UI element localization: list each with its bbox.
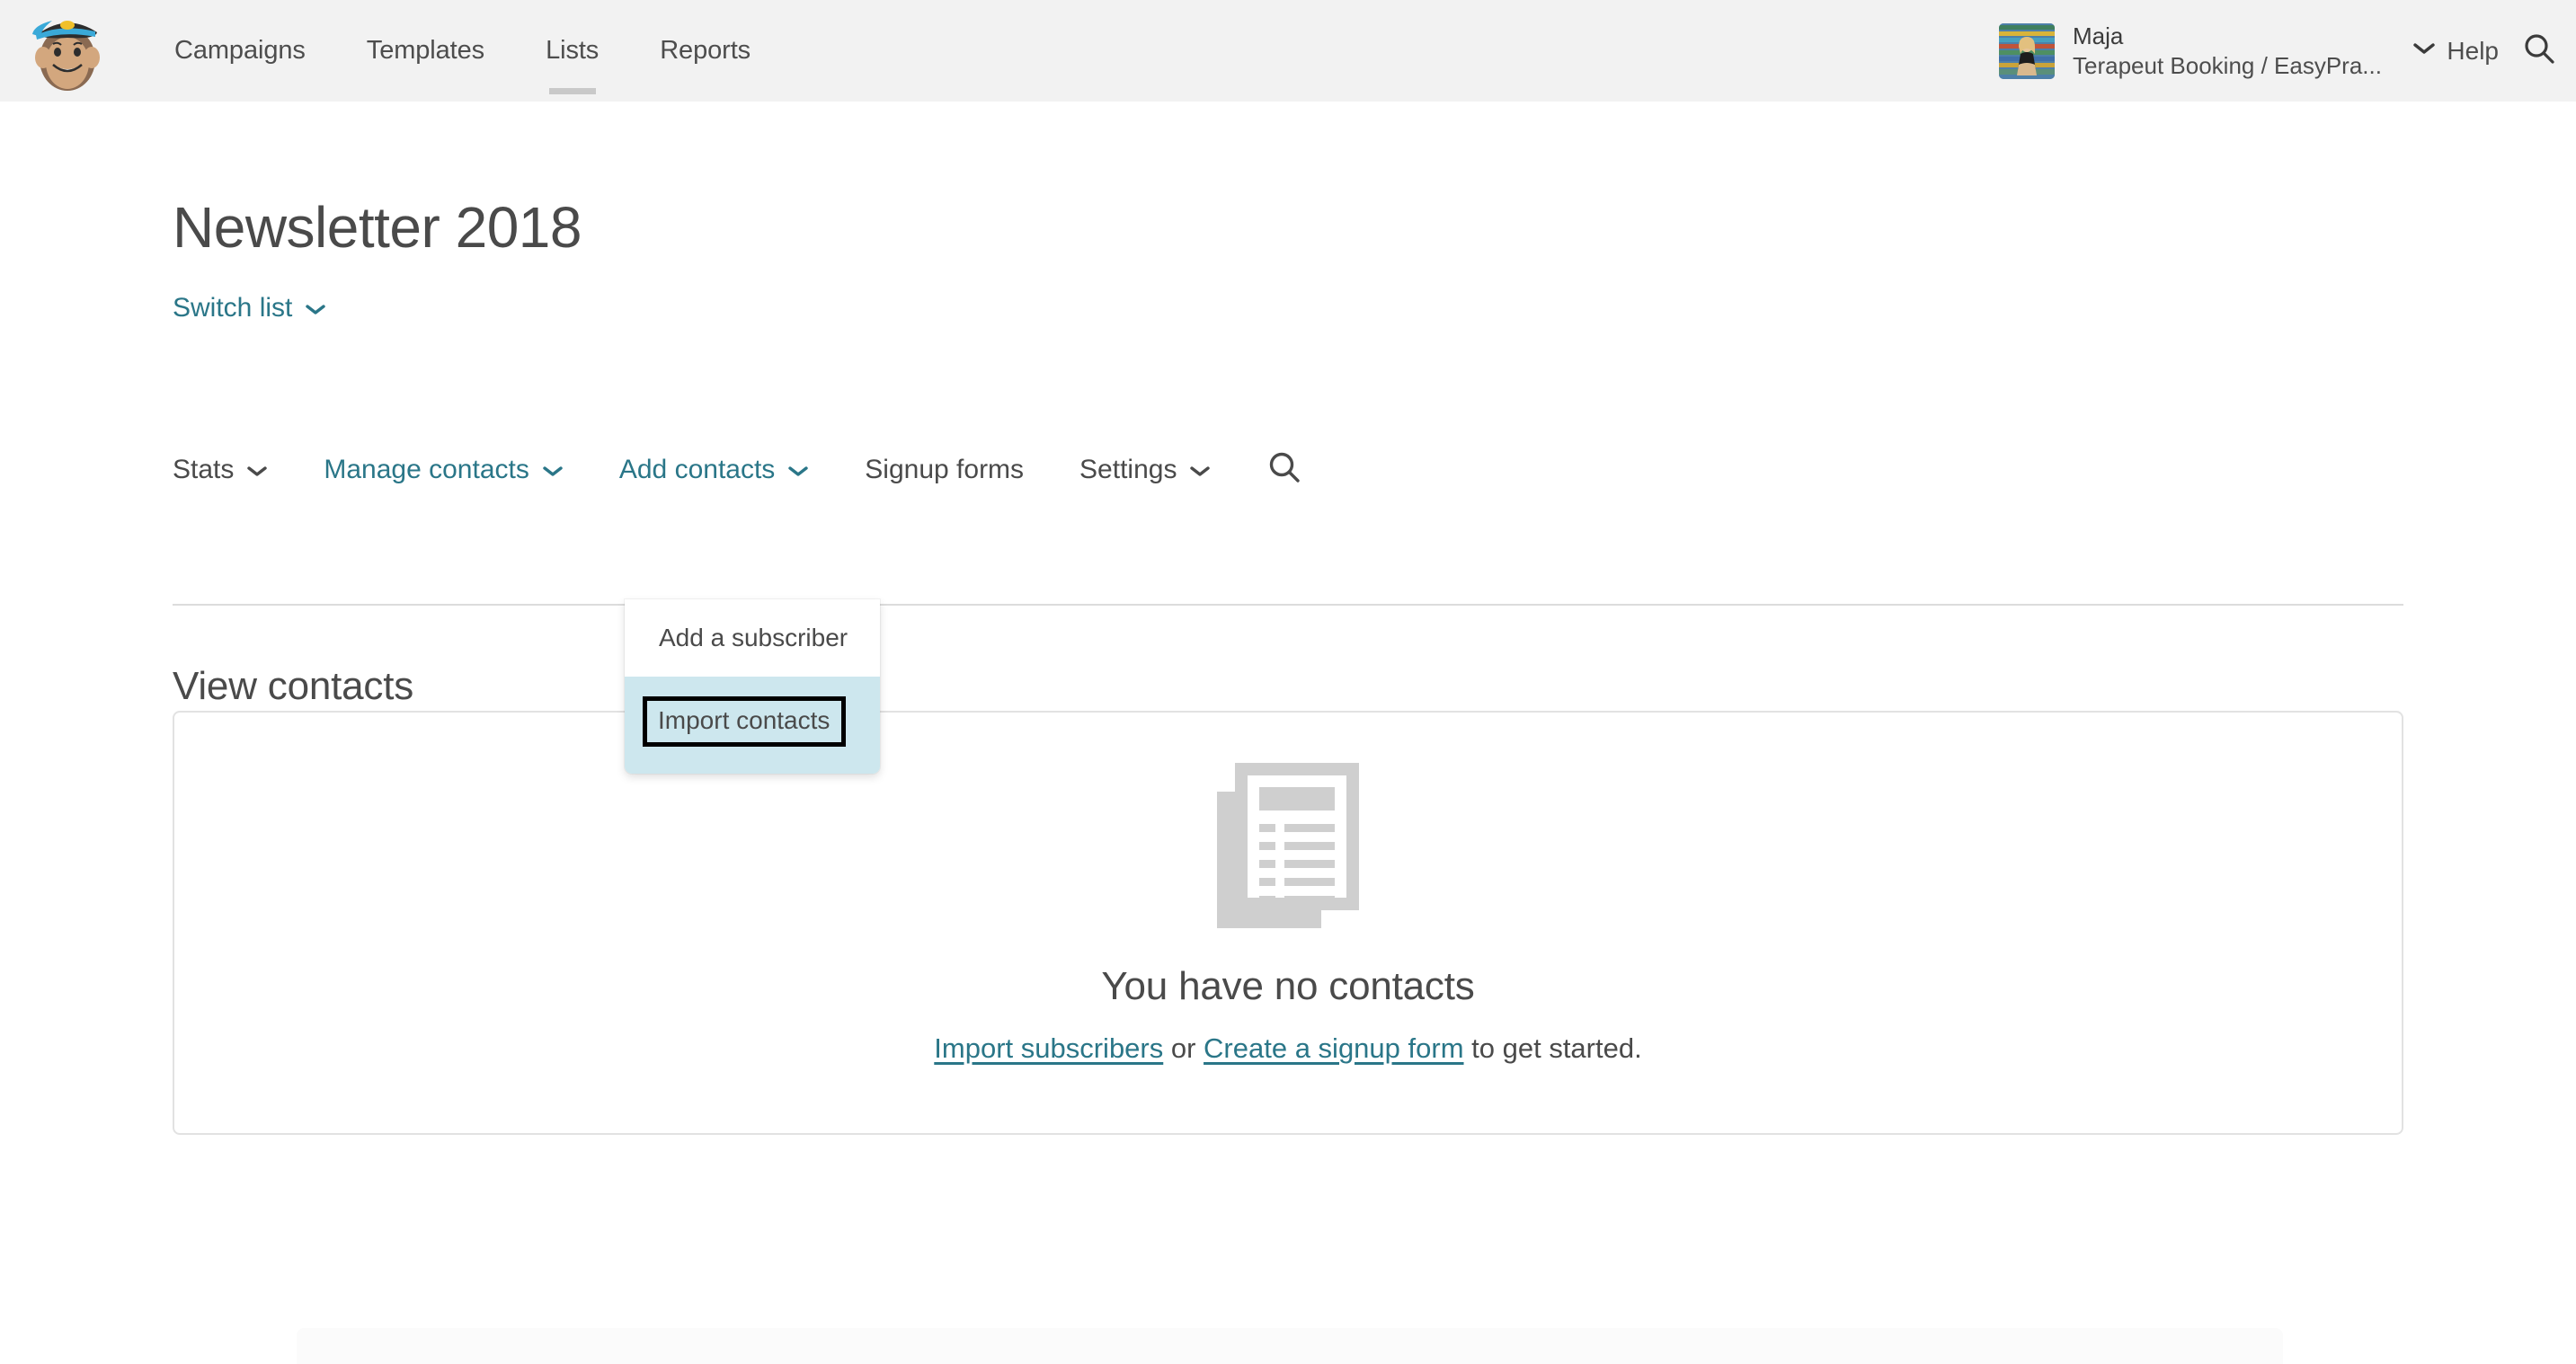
empty-state-tail: to get started. [1463,1032,1642,1064]
tab-add-contacts[interactable]: Add contacts [619,455,809,485]
menu-item-import-contacts[interactable]: Import contacts [625,677,880,774]
menu-item-add-a-subscriber[interactable]: Add a subscriber [625,599,880,677]
tab-label: Settings [1079,454,1177,484]
top-navigation-bar: Campaigns Templates Lists Reports Maja T… [0,0,2576,102]
account-name: Maja [2073,22,2124,49]
nav-label: Lists [546,36,600,65]
avatar [1999,22,2055,79]
help-label: Help [2447,36,2499,65]
list-tabs: Stats Manage contacts Add contacts Signu… [173,437,1302,502]
help-link[interactable]: Help [2447,0,2499,102]
account-menu[interactable]: Maja Terapeut Booking / EasyPra... [1999,0,2436,102]
nav-item-reports[interactable]: Reports [629,0,781,102]
chevron-down-icon [305,293,326,323]
tab-label: Manage contacts [324,454,529,484]
footer-panel [297,1328,2283,1364]
primary-nav: Campaigns Templates Lists Reports [144,0,781,102]
nav-item-campaigns[interactable]: Campaigns [144,0,336,102]
search-button[interactable] [2522,0,2556,102]
nav-label: Reports [660,36,751,65]
chevron-down-icon [246,455,268,485]
switch-list-link[interactable]: Switch list [173,293,326,323]
nav-item-lists[interactable]: Lists [515,0,629,102]
section-title: View contacts [173,664,414,708]
menu-item-label: Add a subscriber [659,624,848,651]
documents-icon [1213,759,1363,932]
empty-state: You have no contacts Import subscribers … [174,759,2402,1065]
list-search-button[interactable] [1266,449,1302,490]
switch-list-label: Switch list [173,293,293,323]
chevron-down-icon [1189,455,1211,485]
chevron-down-icon [787,455,809,485]
menu-item-label: Import contacts [643,696,847,747]
search-icon [2522,31,2556,70]
nav-label: Templates [366,36,485,65]
tab-manage-contacts[interactable]: Manage contacts [324,455,563,485]
nav-label: Campaigns [174,36,306,65]
tabs-divider [173,604,2403,606]
create-signup-form-link[interactable]: Create a signup form [1204,1032,1463,1064]
tab-settings[interactable]: Settings [1079,455,1211,485]
tab-stats[interactable]: Stats [173,455,268,485]
tab-label: Signup forms [865,454,1025,484]
mailchimp-freddie-logo[interactable] [25,7,110,93]
account-org: Terapeut Booking / EasyPra... [2073,51,2382,79]
contacts-card: You have no contacts Import subscribers … [173,711,2403,1135]
import-subscribers-link[interactable]: Import subscribers [934,1032,1163,1064]
chevron-down-icon [2412,41,2436,60]
nav-item-templates[interactable]: Templates [336,0,515,102]
empty-state-or: or [1163,1032,1204,1064]
tab-signup-forms[interactable]: Signup forms [865,455,1024,485]
account-text: Maja Terapeut Booking / EasyPra... [2073,22,2396,81]
empty-state-subtitle: Import subscribers or Create a signup fo… [934,1032,1641,1065]
chevron-down-icon [542,455,564,485]
add-contacts-dropdown: Add a subscriber Import contacts [625,599,880,774]
tab-label: Add contacts [618,454,776,484]
page-title: Newsletter 2018 [173,195,582,260]
empty-state-title: You have no contacts [1101,964,1475,1008]
search-icon [1266,449,1302,490]
tab-label: Stats [173,454,235,484]
